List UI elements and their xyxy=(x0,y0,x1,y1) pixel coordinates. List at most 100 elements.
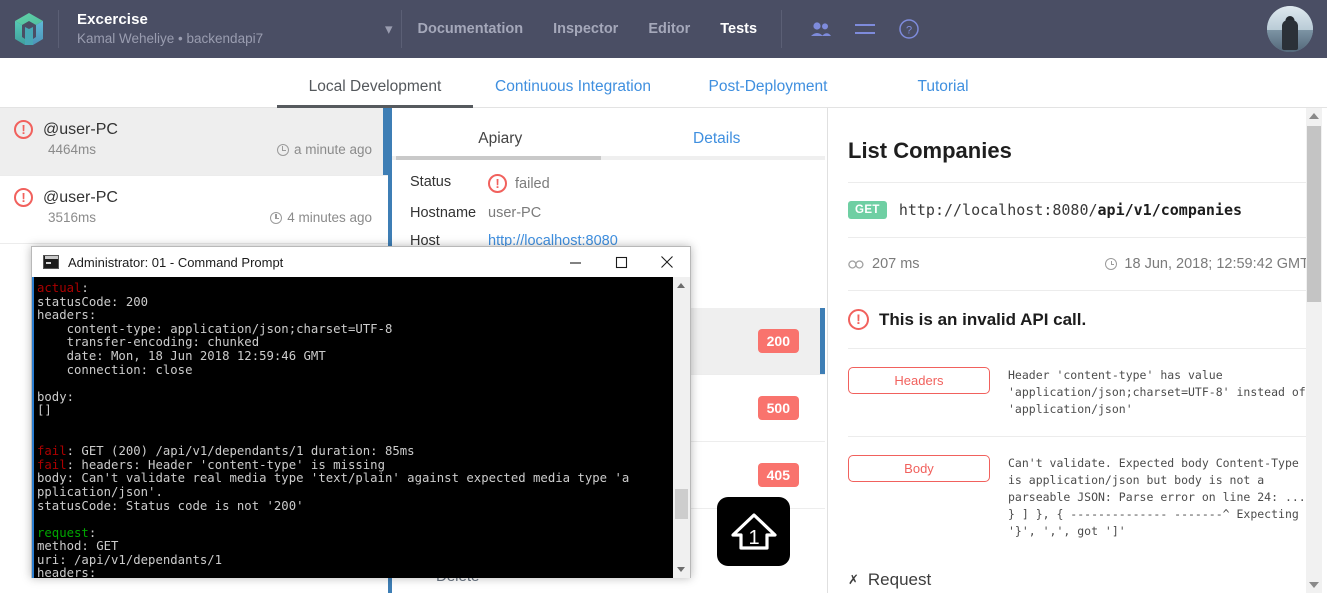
request-section-toggle[interactable]: ✗ Request xyxy=(848,570,1309,590)
maximize-icon[interactable] xyxy=(598,247,644,277)
field-hostname-value: user-PC xyxy=(488,205,542,221)
minimize-icon[interactable] xyxy=(552,247,598,277)
field-status-value: ! failed xyxy=(488,174,550,193)
divider xyxy=(848,290,1309,291)
upload-home-one-icon[interactable]: 1 xyxy=(717,497,790,566)
request-section-label: Request xyxy=(867,570,932,589)
error-icon: ! xyxy=(14,188,33,207)
app-root: Excercise Kamal Weheliye • backendapi7 ▾… xyxy=(0,0,1327,593)
endpoint-url-path: api/v1/companies xyxy=(1097,201,1243,219)
team-members-icon[interactable] xyxy=(810,21,832,37)
run-detail-tabs: Apiary Details xyxy=(392,108,825,160)
command-prompt-icon xyxy=(43,255,59,269)
divider xyxy=(848,436,1309,437)
error-text-body: Can't validate. Expected body Content-Ty… xyxy=(1008,456,1306,538)
user-avatar[interactable] xyxy=(1267,6,1313,52)
call-duration-text: 207 ms xyxy=(872,256,920,272)
status-badge: 500 xyxy=(757,396,799,420)
nav-editor[interactable]: Editor xyxy=(648,21,690,37)
scrollbar-thumb[interactable] xyxy=(675,489,688,519)
divider xyxy=(848,182,1309,183)
chevron-down-icon[interactable]: ▾ xyxy=(385,20,393,38)
tab-continuous-integration[interactable]: Continuous Integration xyxy=(473,78,673,107)
clock-icon xyxy=(270,211,283,224)
status-badge: 200 xyxy=(757,329,799,353)
call-meta: 207 ms 18 Jun, 2018; 12:59:42 GMT xyxy=(848,256,1309,272)
run-summary: Status ! failed Hostname user-PC Host ht… xyxy=(392,160,825,249)
scroll-up-icon[interactable] xyxy=(677,283,685,288)
error-icon: ! xyxy=(14,120,33,139)
link-infinity-icon xyxy=(848,259,864,269)
field-status-label: Status xyxy=(410,174,452,190)
call-duration: 207 ms xyxy=(848,256,920,272)
error-entry-body: Body Can't validate. Expected body Conte… xyxy=(848,455,1309,540)
close-icon[interactable] xyxy=(644,247,690,277)
nav-documentation[interactable]: Documentation xyxy=(418,21,524,37)
console-output: actual: statusCode: 200 headers: content… xyxy=(37,281,630,578)
tab-local-development[interactable]: Local Development xyxy=(277,78,473,108)
call-timestamp-text: 18 Jun, 2018; 12:59:42 GMT xyxy=(1124,256,1309,272)
error-icon: ! xyxy=(488,174,507,193)
tab-post-deployment[interactable]: Post-Deployment xyxy=(673,78,863,107)
chevron-down-icon: ✗ xyxy=(848,572,859,587)
nav-inspector[interactable]: Inspector xyxy=(553,21,618,37)
header-icon-group: ? xyxy=(810,18,920,40)
run-timestamp: 4 minutes ago xyxy=(270,210,372,225)
window-controls xyxy=(552,247,690,277)
invalid-call-message: This is an invalid API call. xyxy=(879,309,1087,329)
run-duration: 3516ms xyxy=(48,210,97,225)
error-pill-body[interactable]: Body xyxy=(848,455,990,482)
settings-sliders-icon[interactable] xyxy=(854,21,876,37)
endpoint-row: GET http://localhost:8080/api/v1/compani… xyxy=(848,201,1309,219)
http-method-badge: GET xyxy=(848,201,887,219)
run-timestamp: a minute ago xyxy=(276,142,372,157)
page-title: List Companies xyxy=(848,138,1012,163)
scroll-down-icon[interactable] xyxy=(1309,582,1319,588)
selection-indicator xyxy=(820,308,825,374)
run-duration: 4464ms xyxy=(48,142,97,157)
console-scrollbar[interactable] xyxy=(673,277,690,578)
svg-text:1: 1 xyxy=(748,527,759,549)
call-timestamp: 18 Jun, 2018; 12:59:42 GMT xyxy=(1105,256,1309,272)
tab-tutorial[interactable]: Tutorial xyxy=(863,78,1023,107)
help-question-icon[interactable]: ? xyxy=(898,18,920,40)
error-entry-headers: Headers Header 'content-type' has value … xyxy=(848,367,1309,418)
apiary-cube-logo[interactable] xyxy=(0,0,58,58)
scroll-down-icon[interactable] xyxy=(677,567,685,572)
divider xyxy=(848,237,1309,238)
clock-icon xyxy=(1105,258,1118,270)
error-icon: ! xyxy=(848,309,869,330)
run-time-text: 4 minutes ago xyxy=(287,210,372,225)
field-hostname-label: Hostname xyxy=(410,205,477,221)
middle-scrollbar[interactable] xyxy=(1306,108,1322,593)
api-call-detail-panel: List Companies GET http://localhost:8080… xyxy=(827,108,1327,593)
tab-underline xyxy=(392,156,825,160)
header-divider-icons xyxy=(781,10,783,48)
scroll-up-icon[interactable] xyxy=(1309,113,1319,119)
project-selector[interactable]: Excercise Kamal Weheliye • backendapi7 xyxy=(59,10,359,48)
nav-tests[interactable]: Tests xyxy=(720,21,757,37)
svg-text:?: ? xyxy=(906,25,912,37)
header-divider-right xyxy=(400,10,402,48)
command-prompt-window[interactable]: Administrator: 01 - Command Prompt actua… xyxy=(31,246,691,578)
invalid-call-banner: ! This is an invalid API call. xyxy=(848,309,1309,330)
endpoint-url-prefix: http://localhost:8080/ xyxy=(898,201,1098,219)
scrollbar-thumb[interactable] xyxy=(1307,126,1321,302)
divider xyxy=(848,348,1309,349)
list-item[interactable]: ! @user-PC 3516ms 4 minutes ago xyxy=(0,176,388,244)
project-owner: Kamal Weheliye • backendapi7 xyxy=(77,31,264,46)
environment-tabs: Local Development Continuous Integration… xyxy=(0,58,1327,108)
run-time-text: a minute ago xyxy=(293,142,372,157)
list-item[interactable]: ! @user-PC 4464ms a minute ago xyxy=(0,108,388,176)
field-status-text: failed xyxy=(515,175,550,192)
clock-icon xyxy=(276,143,289,156)
field-status: Status ! failed xyxy=(410,174,825,193)
endpoint-url: http://localhost:8080/api/v1/companies xyxy=(899,201,1242,219)
command-prompt-body[interactable]: actual: statusCode: 200 headers: content… xyxy=(32,277,690,578)
error-text-headers: Header 'content-type' has value 'applica… xyxy=(1008,368,1306,416)
error-pill-headers[interactable]: Headers xyxy=(848,367,990,394)
run-hostname: @user-PC xyxy=(43,120,118,138)
command-prompt-titlebar[interactable]: Administrator: 01 - Command Prompt xyxy=(32,247,690,277)
field-hostname: Hostname user-PC xyxy=(410,205,825,221)
project-name: Excercise xyxy=(77,11,148,28)
